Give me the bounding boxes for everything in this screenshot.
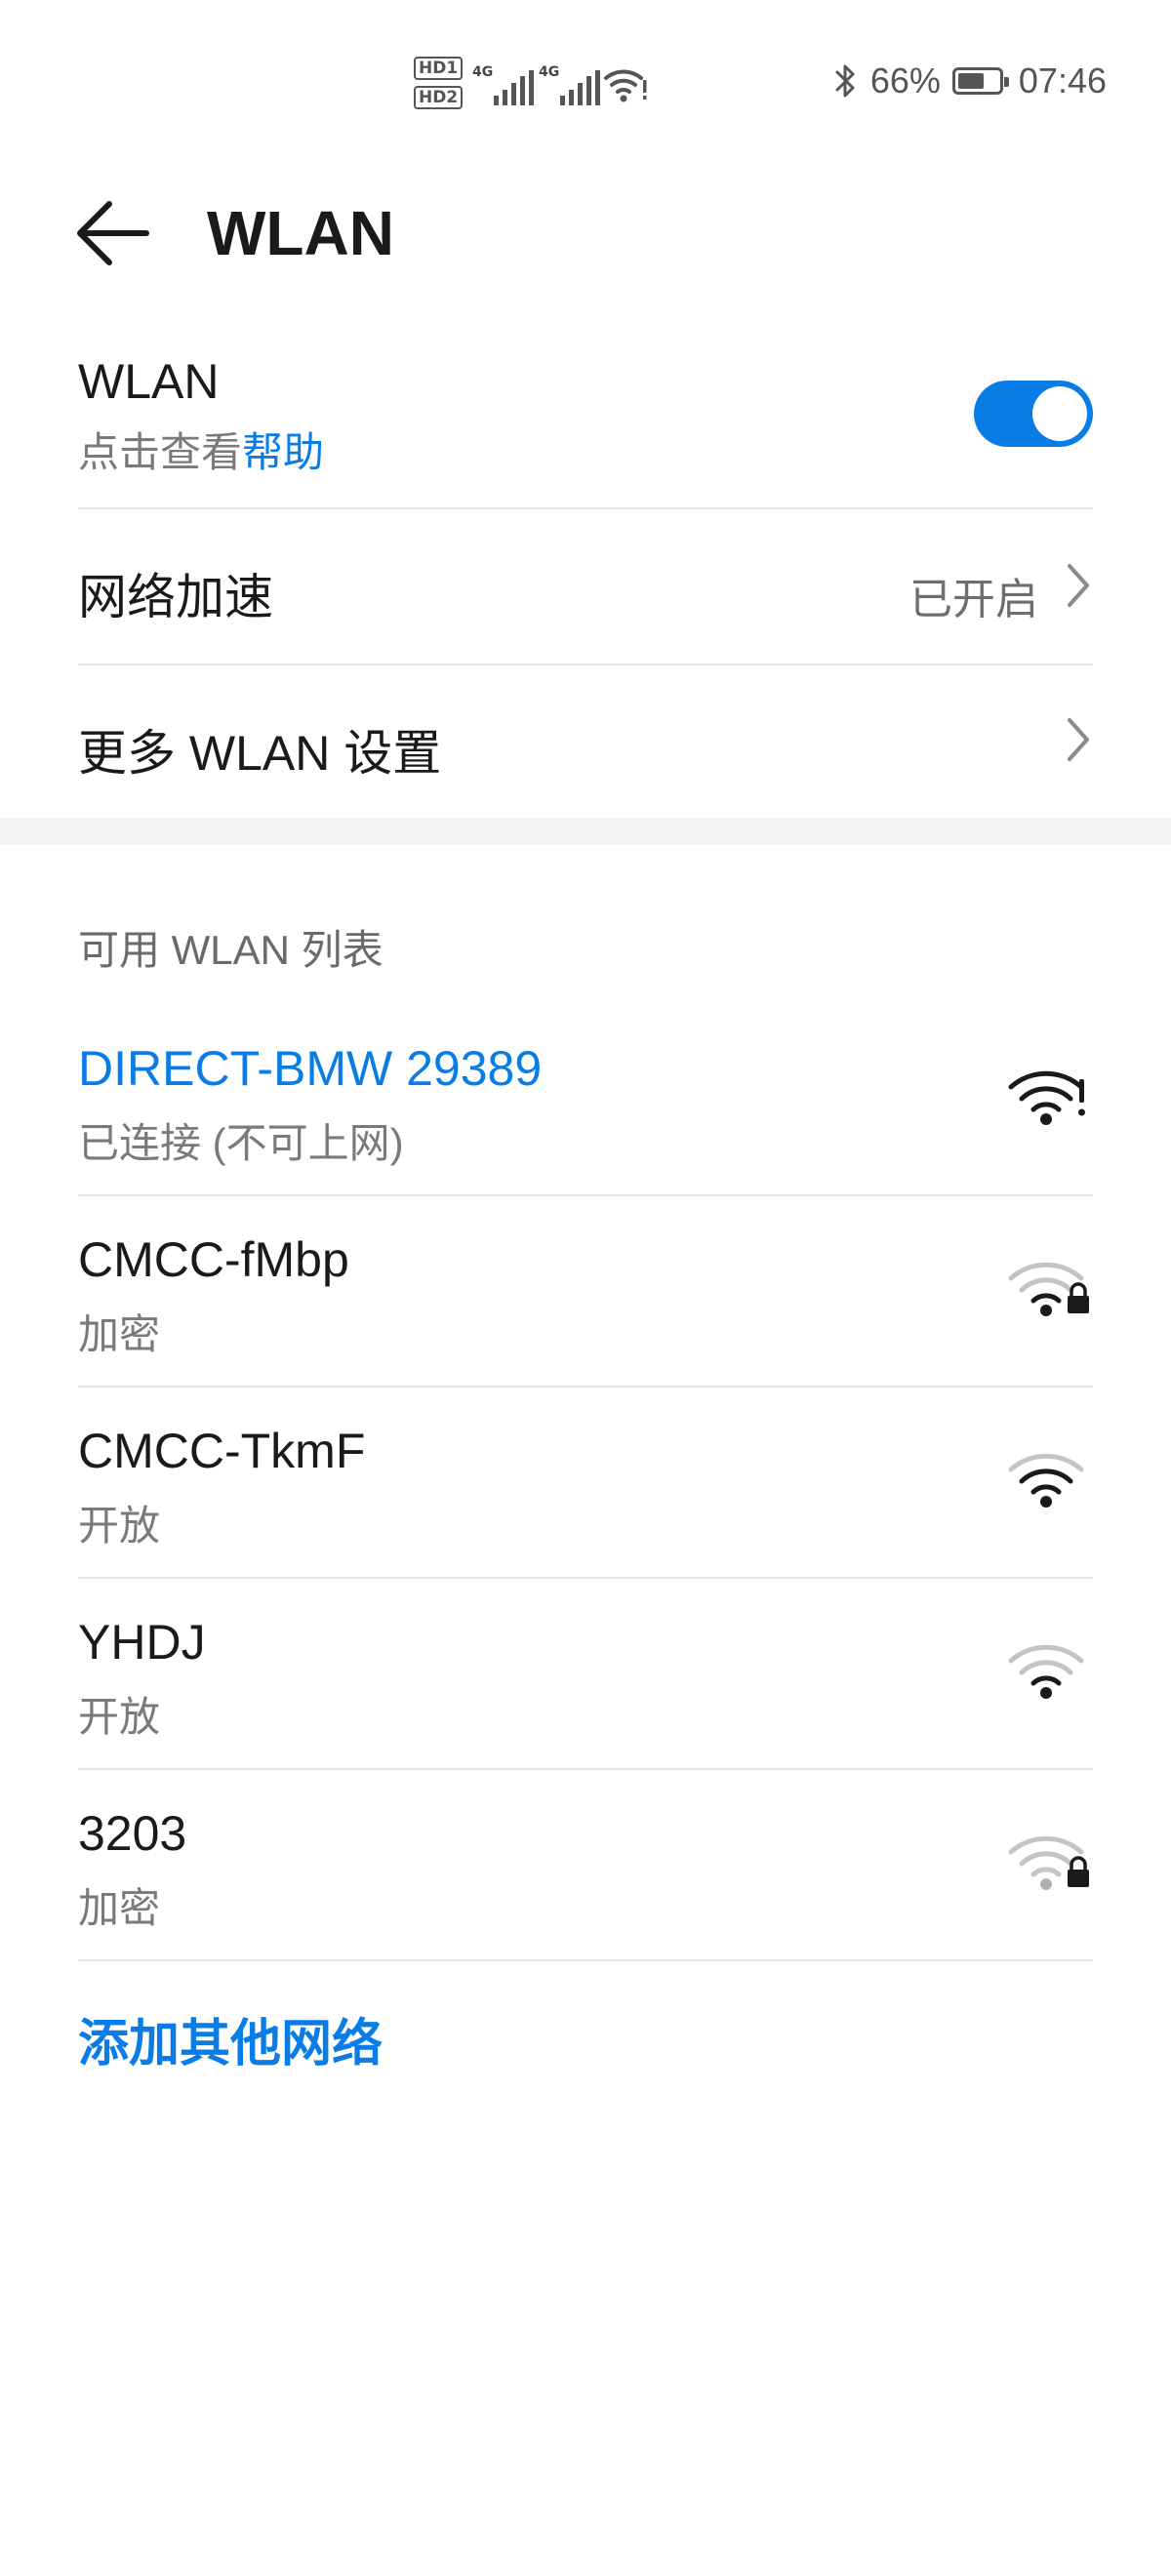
- wifi-icon: [1007, 1446, 1093, 1514]
- wlan-label: WLAN: [78, 354, 220, 409]
- more-wlan-settings-row[interactable]: 更多 WLAN 设置: [78, 665, 1093, 818]
- network-row[interactable]: DIRECT-BMW 29389 已连接 (不可上网): [78, 1005, 1093, 1196]
- status-right-group: 66% 07:46: [833, 60, 1107, 101]
- available-networks-heading: 可用 WLAN 列表: [78, 927, 384, 973]
- wifi-locked-icon: [1007, 1255, 1093, 1323]
- network-status: 已连接 (不可上网): [78, 1120, 404, 1166]
- network-acceleration-row[interactable]: 网络加速 已开启: [78, 509, 1093, 664]
- network-row[interactable]: 3203 加密: [78, 1770, 1093, 1961]
- sim-hd-indicators: HD1 HD2: [414, 57, 464, 115]
- battery-percent: 66%: [869, 60, 941, 101]
- network-type-2: 4G: [539, 64, 560, 80]
- network-status: 开放: [78, 1503, 161, 1549]
- wifi-locked-icon: [1007, 1829, 1093, 1897]
- wlan-toggle-row: WLAN 点击查看帮助: [78, 342, 1093, 488]
- clock: 07:46: [1018, 60, 1107, 101]
- network-name: YHDJ: [78, 1615, 206, 1670]
- network-name: DIRECT-BMW 29389: [78, 1041, 543, 1096]
- wifi-icon: [1007, 1637, 1093, 1706]
- battery-icon: [951, 67, 1009, 95]
- battery-cap: [1003, 77, 1009, 87]
- network-status: 加密: [78, 1885, 161, 1931]
- sim1-hd-badge: HD1: [414, 57, 464, 80]
- back-button[interactable]: [70, 189, 158, 277]
- network-type-1: 4G: [472, 64, 494, 80]
- network-row[interactable]: CMCC-fMbp 加密: [78, 1196, 1093, 1388]
- page-title: WLAN: [207, 198, 394, 268]
- section-separator: [0, 818, 1171, 845]
- network-status: 加密: [78, 1311, 161, 1357]
- network-row[interactable]: CMCC-TkmF 开放: [78, 1388, 1093, 1579]
- network-name: CMCC-fMbp: [78, 1232, 349, 1287]
- back-arrow-icon: [77, 201, 149, 265]
- bluetooth-icon: [835, 64, 855, 98]
- chevron-right-icon: [1068, 718, 1089, 761]
- network-acceleration-value: 已开启: [909, 576, 1038, 624]
- wlan-switch[interactable]: [974, 381, 1093, 447]
- network-row[interactable]: YHDJ 开放: [78, 1579, 1093, 1770]
- help-prefix: 点击查看: [78, 429, 243, 475]
- network-name: CMCC-TkmF: [78, 1424, 366, 1478]
- status-bar: HD1 HD2 4G 4G 66% 07:46: [0, 0, 1171, 156]
- more-wlan-settings-label: 更多 WLAN 设置: [78, 726, 442, 781]
- add-other-network-link[interactable]: 添加其他网络: [78, 2002, 383, 2075]
- title-bar: WLAN: [0, 176, 1171, 283]
- network-acceleration-label: 网络加速: [78, 570, 273, 624]
- wlan-help-text: 点击查看帮助: [78, 420, 324, 479]
- wifi-no-internet-icon: [1007, 1064, 1093, 1132]
- help-link[interactable]: 帮助: [242, 429, 324, 475]
- wifi-status-icon: [604, 69, 647, 102]
- network-status: 开放: [78, 1694, 161, 1740]
- wlan-switch-knob: [1032, 386, 1087, 441]
- divider: [78, 1959, 1093, 1961]
- sim2-hd-badge: HD2: [414, 86, 464, 109]
- network-name: 3203: [78, 1806, 187, 1861]
- battery-fill: [957, 73, 984, 89]
- chevron-right-icon: [1068, 564, 1089, 607]
